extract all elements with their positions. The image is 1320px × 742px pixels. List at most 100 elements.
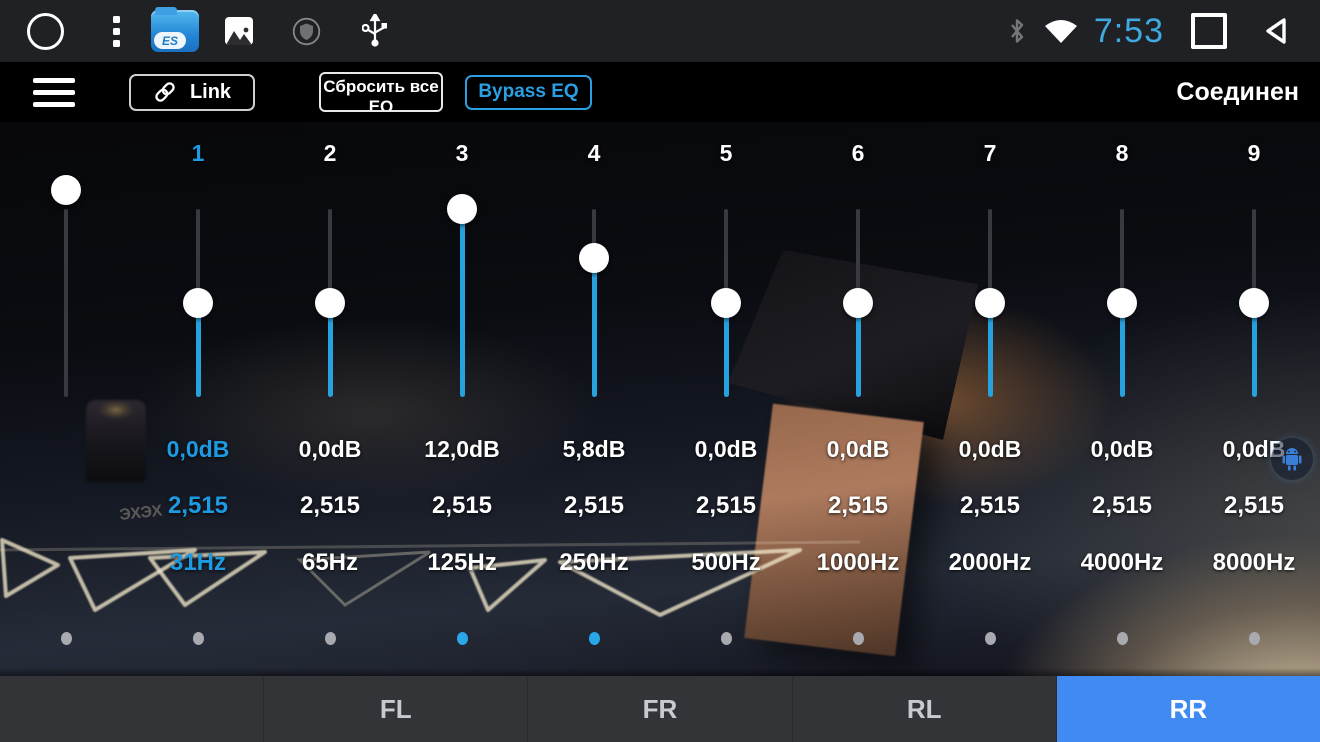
band-gain-slider[interactable] xyxy=(1188,175,1320,421)
channel-tab-label: FR xyxy=(643,694,678,725)
band-gain-slider[interactable] xyxy=(1056,175,1188,421)
band-number: 3 xyxy=(456,122,469,175)
link-button[interactable]: Link xyxy=(129,74,255,111)
band-gain-value: 0,0dB xyxy=(167,421,230,477)
band-frequency: 500Hz xyxy=(691,534,760,591)
band-number: 8 xyxy=(1116,122,1129,175)
eq-band: 4 5,8dB 2,515 250Hz xyxy=(528,122,660,685)
band-frequency: 1000Hz xyxy=(817,534,900,591)
channel-tab[interactable]: RR xyxy=(1057,676,1320,742)
band-frequency: 125Hz xyxy=(427,534,496,591)
band-frequency: 65Hz xyxy=(302,534,358,591)
slider-thumb[interactable] xyxy=(1239,288,1269,318)
channel-tab[interactable]: RL xyxy=(793,676,1057,742)
band-frequency: 4000Hz xyxy=(1081,534,1164,591)
slider-thumb[interactable] xyxy=(183,288,213,318)
shield-icon[interactable] xyxy=(292,17,321,46)
equalizer-app: ЭХЭХ ES xyxy=(0,0,1320,742)
back-icon[interactable] xyxy=(1261,15,1293,47)
band-indicator-dot xyxy=(1249,632,1260,645)
slider-track-fill[interactable] xyxy=(592,258,597,397)
eq-band: 1 0,0dB 2,515 31Hz xyxy=(132,122,264,685)
overflow-menu-icon[interactable] xyxy=(113,16,120,47)
channel-tab[interactable]: FL xyxy=(264,676,528,742)
band-gain-slider[interactable] xyxy=(0,175,132,421)
band-dot-wrap xyxy=(325,591,336,685)
band-dot-wrap xyxy=(1117,591,1128,685)
eq-band xyxy=(0,122,132,685)
band-gain-slider[interactable] xyxy=(924,175,1056,421)
band-indicator-dot xyxy=(721,632,732,645)
band-number: 5 xyxy=(720,122,733,175)
status-bar: ES xyxy=(0,0,1320,62)
gallery-icon[interactable] xyxy=(225,17,253,45)
band-q-value: 2,515 xyxy=(696,477,756,534)
menu-icon[interactable] xyxy=(33,78,75,107)
status-clock: 7:53 xyxy=(1094,12,1164,51)
band-q-value: 2,515 xyxy=(432,477,492,534)
band-indicator-dot xyxy=(589,632,600,645)
android-overlay-badge[interactable] xyxy=(1271,438,1313,480)
band-number: 6 xyxy=(852,122,865,175)
chain-link-icon xyxy=(153,80,177,104)
band-gain-value: 0,0dB xyxy=(299,421,362,477)
band-gain-slider[interactable] xyxy=(264,175,396,421)
usb-icon[interactable] xyxy=(362,14,388,48)
slider-thumb[interactable] xyxy=(711,288,741,318)
channel-tab[interactable]: FR xyxy=(528,676,792,742)
band-q-value: 2,515 xyxy=(1224,477,1284,534)
es-file-explorer-icon[interactable]: ES xyxy=(151,10,199,52)
band-gain-slider[interactable] xyxy=(792,175,924,421)
band-dot-wrap xyxy=(721,591,732,685)
bluetooth-icon[interactable] xyxy=(1008,17,1026,45)
eq-band: 9 0,0dB 2,515 8000Hz xyxy=(1188,122,1320,685)
home-circle-icon[interactable] xyxy=(27,13,64,50)
band-number: 9 xyxy=(1248,122,1261,175)
slider-track[interactable] xyxy=(64,209,68,397)
band-indicator-dot xyxy=(985,632,996,645)
slider-thumb[interactable] xyxy=(315,288,345,318)
band-gain-slider[interactable] xyxy=(132,175,264,421)
slider-track-fill[interactable] xyxy=(460,209,465,397)
band-frequency: 31Hz xyxy=(170,534,226,591)
slider-thumb[interactable] xyxy=(51,175,81,205)
eq-band: 7 0,0dB 2,515 2000Hz xyxy=(924,122,1056,685)
band-gain-value: 0,0dB xyxy=(959,421,1022,477)
band-indicator-dot xyxy=(61,632,72,645)
bypass-eq-button[interactable]: Bypass EQ xyxy=(465,75,592,110)
slider-thumb[interactable] xyxy=(1107,288,1137,318)
band-number: 4 xyxy=(588,122,601,175)
band-dot-wrap xyxy=(193,591,204,685)
band-indicator-dot xyxy=(325,632,336,645)
band-gain-slider[interactable] xyxy=(528,175,660,421)
band-frequency: 250Hz xyxy=(559,534,628,591)
band-gain-value: 0,0dB xyxy=(695,421,758,477)
band-gain-slider[interactable] xyxy=(660,175,792,421)
slider-thumb[interactable] xyxy=(975,288,1005,318)
slider-thumb[interactable] xyxy=(579,243,609,273)
reset-all-eq-button[interactable]: Сбросить все EQ xyxy=(319,72,443,112)
channel-tab[interactable] xyxy=(0,676,264,742)
android-robot-icon xyxy=(1280,446,1304,472)
band-q-value: 2,515 xyxy=(168,477,228,534)
slider-thumb[interactable] xyxy=(447,194,477,224)
channel-tab-label: RL xyxy=(907,694,942,725)
es-icon-label: ES xyxy=(154,32,186,49)
band-dot-wrap xyxy=(589,591,600,685)
slider-thumb[interactable] xyxy=(843,288,873,318)
band-number: 2 xyxy=(324,122,337,175)
wifi-icon[interactable] xyxy=(1043,17,1079,45)
recents-icon[interactable] xyxy=(1191,13,1227,49)
band-dot-wrap xyxy=(457,591,468,685)
band-gain-slider[interactable] xyxy=(396,175,528,421)
band-gain-value: 0,0dB xyxy=(827,421,890,477)
eq-band: 5 0,0dB 2,515 500Hz xyxy=(660,122,792,685)
connection-status: Соединен xyxy=(1176,78,1299,107)
link-button-label: Link xyxy=(190,81,231,104)
band-q-value: 2,515 xyxy=(1092,477,1152,534)
band-number: 7 xyxy=(984,122,997,175)
band-number: 1 xyxy=(192,122,205,175)
band-gain-value: 0,0dB xyxy=(1091,421,1154,477)
equalizer-bands: 1 0,0dB 2,515 31Hz 2 0,0dB 2,515 65Hz xyxy=(0,122,1320,676)
band-frequency: 2000Hz xyxy=(949,534,1032,591)
